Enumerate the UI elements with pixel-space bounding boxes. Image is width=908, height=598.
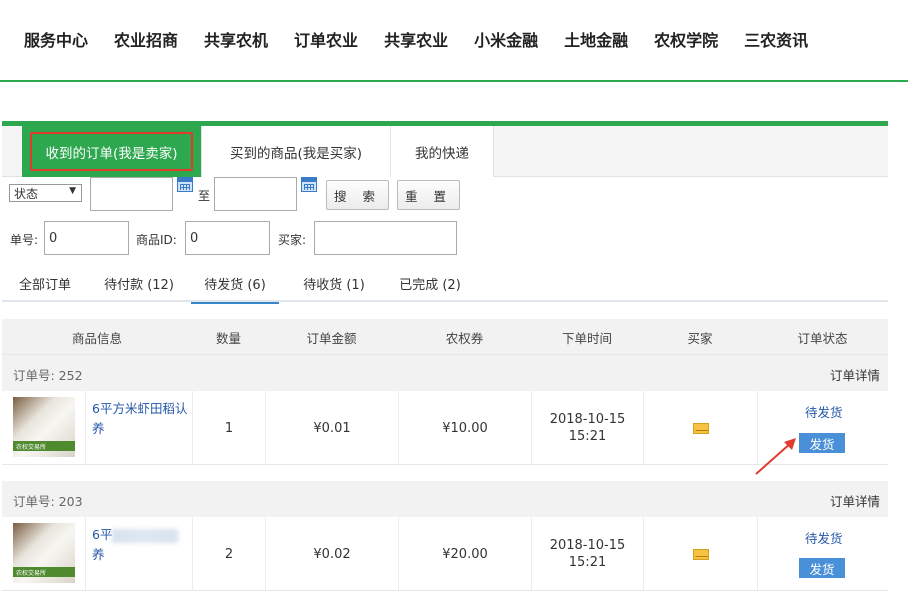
amount-cell: ¥0.02 bbox=[265, 517, 398, 591]
order-header: 订单号: 252 订单详情 bbox=[2, 355, 888, 391]
order-time-cell: 2018-10-15 15:21 bbox=[531, 517, 643, 591]
product-name-link[interactable]: 6平方米虾田稻认养 bbox=[92, 399, 192, 439]
order-number: 订单号: 203 bbox=[13, 494, 83, 509]
order-time-cell: 2018-10-15 15:21 bbox=[531, 391, 643, 465]
order-number: 订单号: 252 bbox=[13, 368, 83, 383]
top-nav: 服务中心 农业招商 共享农机 订单农业 共享农业 小米金融 土地金融 农权学院 … bbox=[0, 0, 908, 82]
buyer-label: 买家: bbox=[278, 233, 307, 247]
search-button[interactable]: 搜 索 bbox=[326, 180, 389, 210]
thumbnail-banner: 农权交易所 bbox=[13, 567, 75, 577]
nav-item-service-center[interactable]: 服务中心 bbox=[24, 27, 88, 51]
status-tab-pending-payment[interactable]: 待付款 (12) bbox=[94, 264, 184, 302]
annotation-arrow-icon bbox=[755, 438, 796, 475]
order-date: 2018-10-15 bbox=[549, 538, 626, 553]
col-order-status: 订单状态 bbox=[797, 330, 848, 346]
status-tab-pending-receipt[interactable]: 待收货 (1) bbox=[290, 264, 378, 302]
thumbnail-text: 农权交易所 bbox=[16, 570, 47, 577]
cell-divider bbox=[85, 517, 86, 591]
tab-my-express[interactable]: 我的快递 bbox=[391, 126, 494, 177]
product-name-link[interactable]: 6平 养 bbox=[92, 525, 192, 565]
nav-item-shared-agriculture[interactable]: 共享农业 bbox=[384, 27, 448, 51]
coupon-cell: ¥20.00 bbox=[398, 517, 531, 591]
start-date-input[interactable] bbox=[90, 177, 173, 211]
table-row: 农权交易所 6平 养 2 ¥0.02 ¥20.00 2018-10-15 15:… bbox=[2, 517, 888, 591]
order-date: 2018-10-15 bbox=[549, 412, 626, 427]
product-id-label: 商品ID: bbox=[136, 233, 177, 247]
ship-button[interactable]: 发货 bbox=[799, 558, 845, 578]
thumbnail-banner: 农权交易所 bbox=[13, 441, 75, 451]
col-amount: 订单金额 bbox=[306, 330, 357, 346]
calendar-icon[interactable] bbox=[177, 177, 193, 192]
table-header: 商品信息 数量 订单金额 农权券 下单时间 买家 订单状态 bbox=[2, 319, 888, 355]
status-select-value: 状态 bbox=[14, 186, 39, 201]
order-no-label: 单号: bbox=[10, 233, 39, 247]
quantity-cell: 1 bbox=[192, 391, 265, 465]
order-detail-link[interactable]: 订单详情 bbox=[830, 365, 880, 384]
tab-label: 我的快递 bbox=[415, 145, 469, 162]
status-tab-all[interactable]: 全部订单 bbox=[6, 264, 84, 302]
thumbnail-text: 农权交易所 bbox=[16, 444, 47, 451]
tab-bought-items[interactable]: 买到的商品(我是买家) bbox=[202, 126, 391, 177]
nav-item-agri-news[interactable]: 三农资讯 bbox=[744, 27, 808, 51]
col-order-time: 下单时间 bbox=[561, 330, 612, 346]
tab-received-orders[interactable]: 收到的订单(我是卖家) bbox=[22, 126, 202, 177]
ship-button[interactable]: 发货 bbox=[799, 433, 845, 453]
order-detail-link[interactable]: 订单详情 bbox=[830, 491, 880, 510]
order-no-input[interactable]: 0 bbox=[44, 221, 129, 255]
tab-label: 买到的商品(我是买家) bbox=[229, 145, 363, 162]
col-quantity: 数量 bbox=[215, 330, 241, 346]
buyer-cell bbox=[643, 517, 757, 591]
buyer-input[interactable] bbox=[314, 221, 457, 255]
end-date-input[interactable] bbox=[214, 177, 297, 211]
reset-button[interactable]: 重 置 bbox=[397, 180, 460, 210]
status-select[interactable]: 状态 ▼ bbox=[9, 184, 82, 202]
amount-cell: ¥0.01 bbox=[265, 391, 398, 465]
product-id-input[interactable]: 0 bbox=[185, 221, 270, 255]
order-time: 15:21 bbox=[568, 555, 607, 570]
nav-item-shared-machinery[interactable]: 共享农机 bbox=[204, 27, 268, 51]
product-name-suffix: 养 bbox=[92, 547, 105, 562]
mail-icon[interactable] bbox=[692, 422, 709, 434]
nav-item-rights-academy[interactable]: 农权学院 bbox=[654, 27, 718, 51]
nav-item-order-agriculture[interactable]: 订单农业 bbox=[294, 27, 358, 51]
cell-divider bbox=[85, 391, 86, 465]
product-name-prefix: 6平 bbox=[92, 527, 113, 542]
quantity-cell: 2 bbox=[192, 517, 265, 591]
buyer-cell bbox=[643, 391, 757, 465]
col-buyer: 买家 bbox=[687, 330, 713, 346]
order-status: 待发货 bbox=[805, 405, 843, 420]
order-time: 15:21 bbox=[568, 429, 607, 444]
coupon-cell: ¥10.00 bbox=[398, 391, 531, 465]
mail-icon[interactable] bbox=[692, 548, 709, 560]
status-tabs: 全部订单 待付款 (12) 待发货 (6) 待收货 (1) 已完成 (2) bbox=[2, 264, 888, 304]
order-tabs: 收到的订单(我是卖家) 买到的商品(我是买家) 我的快递 bbox=[2, 126, 888, 177]
calendar-icon[interactable] bbox=[301, 177, 317, 192]
order-status: 待发货 bbox=[805, 531, 843, 546]
highlight-box bbox=[30, 132, 193, 171]
nav-item-land-finance[interactable]: 土地金融 bbox=[564, 27, 628, 51]
order-header: 订单号: 203 订单详情 bbox=[2, 481, 888, 517]
dropdown-caret-icon: ▼ bbox=[69, 186, 76, 196]
nav-item-xiaomi-finance[interactable]: 小米金融 bbox=[474, 27, 538, 51]
status-tab-pending-shipment[interactable]: 待发货 (6) bbox=[191, 264, 279, 304]
date-to-label: 至 bbox=[198, 189, 211, 203]
product-thumbnail[interactable]: 农权交易所 bbox=[13, 523, 75, 583]
col-product-info: 商品信息 bbox=[71, 330, 122, 346]
blurred-text bbox=[112, 528, 179, 543]
status-tab-completed[interactable]: 已完成 (2) bbox=[386, 264, 474, 302]
col-coupon: 农权券 bbox=[445, 330, 484, 346]
product-thumbnail[interactable]: 农权交易所 bbox=[13, 397, 75, 457]
nav-item-agri-investment[interactable]: 农业招商 bbox=[114, 27, 178, 51]
